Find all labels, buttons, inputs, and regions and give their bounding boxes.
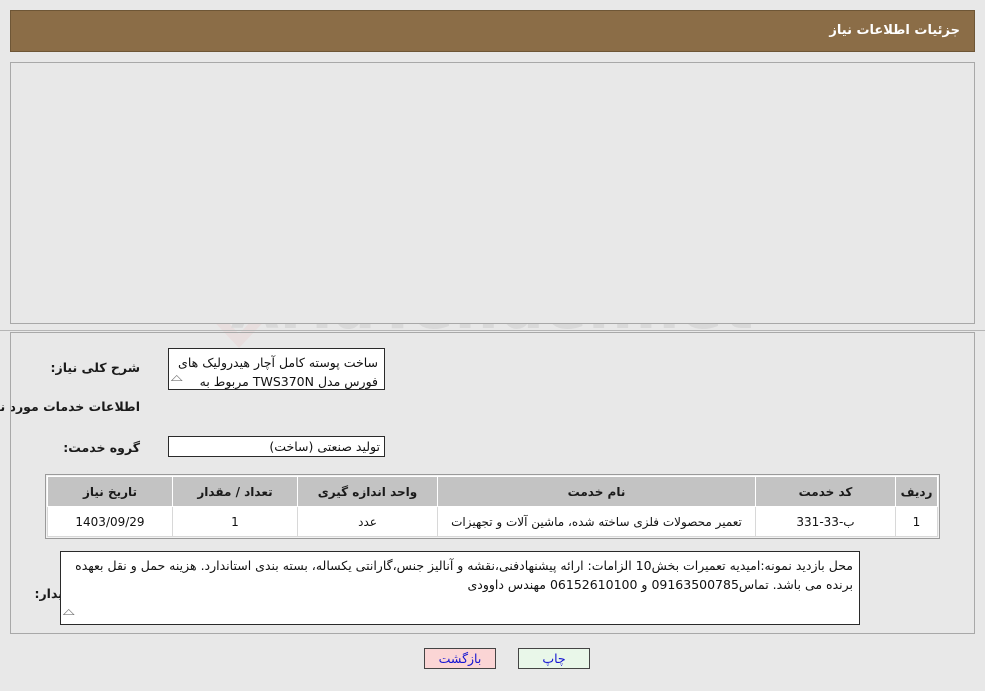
page-title: جزئیات اطلاعات نیاز — [829, 23, 960, 38]
services-table: ردیف کد خدمت نام خدمت واحد اندازه گیری ت… — [45, 474, 940, 539]
col-header-row-number: ردیف — [895, 476, 938, 507]
col-header-service-code: کد خدمت — [755, 476, 896, 507]
table-header-row: ردیف کد خدمت نام خدمت واحد اندازه گیری ت… — [47, 476, 938, 507]
cell-service-code: ب-33-331 — [755, 506, 896, 537]
cell-unit: عدد — [297, 506, 438, 537]
col-header-quantity: تعداد / مقدار — [172, 476, 298, 507]
col-header-need-date: تاریخ نیاز — [47, 476, 173, 507]
cell-service-name: تعمیر محصولات فلزی ساخته شده، ماشین آلات… — [437, 506, 756, 537]
print-button[interactable]: چاپ — [518, 648, 590, 669]
table-row: 1 ب-33-331 تعمیر محصولات فلزی ساخته شده،… — [47, 506, 938, 537]
back-button[interactable]: بازگشت — [424, 648, 496, 669]
col-header-service-name: نام خدمت — [437, 476, 756, 507]
col-header-unit: واحد اندازه گیری — [297, 476, 438, 507]
section-divider — [0, 330, 985, 331]
cell-need-date: 1403/09/29 — [47, 506, 173, 537]
need-summary-panel — [10, 62, 975, 324]
page-root: ✓ AriaTender.net جزئیات اطلاعات نیاز شما… — [0, 0, 985, 691]
cell-quantity: 1 — [172, 506, 298, 537]
cell-row-number: 1 — [895, 506, 938, 537]
page-header-bar: جزئیات اطلاعات نیاز — [10, 10, 975, 52]
